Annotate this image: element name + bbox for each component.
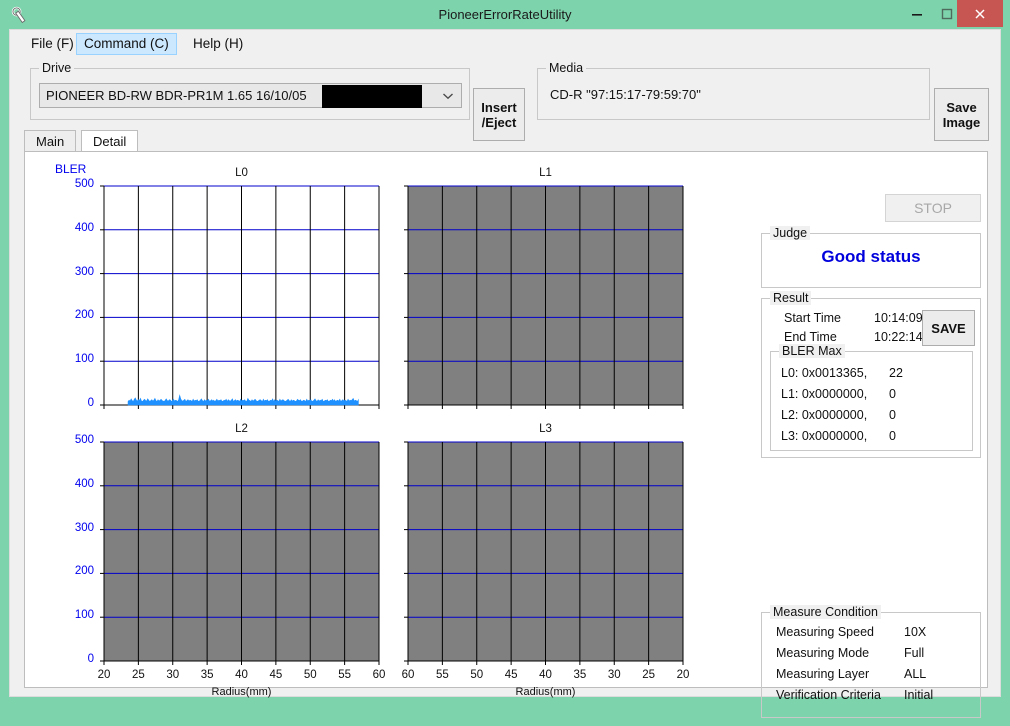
chart-plot-L2 — [97, 437, 386, 671]
x-tick-L3-60: 60 — [401, 669, 415, 681]
measuring-mode-value: Full — [904, 646, 925, 660]
menu-item-file[interactable]: File (F) — [24, 33, 81, 55]
media-group-label: Media — [546, 61, 587, 75]
chart-plot-L3 — [401, 437, 690, 671]
media-value: CD-R "97:15:17-79:59:70" — [550, 87, 701, 102]
bler-row-l2-label: L2: 0x0000000, — [781, 408, 868, 422]
y-tick-L2-400: 400 — [74, 477, 94, 490]
charts-container: L0 BLER 500 400 300 200 100 0 L1 L2 500 400 300 200 10… — [25, 152, 737, 698]
menu-item-help[interactable]: Help (H) — [186, 33, 250, 55]
bler-row-l1-label: L1: 0x0000000, — [781, 387, 868, 401]
x-tick-L3-40: 40 — [539, 669, 552, 681]
chart-title-L1: L1 — [539, 167, 552, 179]
chevron-down-icon[interactable] — [435, 84, 461, 107]
y-tick-L2-500: 500 — [74, 434, 94, 446]
bler-row-l2-value: 0 — [889, 408, 896, 422]
x-tick-L3-25: 25 — [642, 669, 656, 681]
y-tick-L0-400: 400 — [74, 221, 94, 234]
bler-row-l1-value: 0 — [889, 387, 896, 401]
x-tick-L2-60: 60 — [372, 669, 386, 681]
x-tick-L3-55: 55 — [435, 669, 449, 681]
tab-strip: Main Detail — [24, 130, 988, 153]
end-time-label: End Time — [784, 330, 837, 344]
measuring-speed-label: Measuring Speed — [776, 625, 874, 639]
y-tick-L2-300: 300 — [74, 521, 94, 534]
client-area: File (F) Command (C) Help (H) Drive PION… — [9, 29, 1001, 718]
measure-condition-group: Measure Condition Measuring Speed 10X Me… — [761, 605, 981, 718]
x-tick-L3-20: 20 — [676, 669, 690, 681]
y-tick-L0-100: 100 — [74, 353, 94, 366]
x-tick-L3-45: 45 — [504, 669, 518, 681]
redaction-overlay — [322, 85, 422, 108]
menu-bar: File (F) Command (C) Help (H) — [10, 33, 1000, 57]
x-tick-L2-30: 30 — [166, 669, 180, 681]
y-tick-L2-200: 200 — [74, 565, 94, 578]
x-tick-L2-25: 25 — [131, 669, 145, 681]
bler-max-label: BLER Max — [779, 344, 845, 358]
end-time-value: 10:22:14 — [874, 330, 923, 344]
drive-group: Drive PIONEER BD-RW BDR-PR1M 1.65 16/10/… — [30, 61, 470, 120]
tab-main[interactable]: Main — [24, 130, 77, 152]
start-time-label: Start Time — [784, 311, 841, 325]
tab-detail[interactable]: Detail — [81, 130, 139, 153]
bler-row-l3-label: L3: 0x0000000, — [781, 429, 868, 443]
insert-eject-line2: /Eject — [481, 114, 517, 130]
y-axis-caption: BLER — [55, 162, 87, 176]
drive-select[interactable]: PIONEER BD-RW BDR-PR1M 1.65 16/10/05 — [39, 83, 462, 108]
y-tick-L0-300: 300 — [74, 265, 94, 278]
x-axis-label-L2: Radius(mm) — [211, 686, 272, 698]
bler-max-group: BLER Max L0: 0x0013365, 22 L1: 0x0000000… — [770, 344, 973, 451]
save-image-line2: Image — [942, 114, 981, 130]
measure-condition-label: Measure Condition — [770, 605, 881, 619]
chart-title-L0: L0 — [235, 167, 248, 179]
measuring-layer-label: Measuring Layer — [776, 667, 870, 681]
y-tick-L2-0: 0 — [87, 653, 94, 665]
y-tick-L0-500: 500 — [74, 178, 94, 190]
y-tick-L2-100: 100 — [74, 609, 94, 622]
y-tick-L0-0: 0 — [87, 397, 94, 409]
insert-eject-line1: Insert — [481, 99, 517, 115]
media-group: Media CD-R "97:15:17-79:59:70" — [537, 61, 930, 120]
measuring-mode-label: Measuring Mode — [776, 646, 870, 660]
chart-title-L3: L3 — [539, 423, 552, 435]
title-bar: PioneerErrorRateUtility — [0, 0, 1010, 29]
measuring-speed-value: 10X — [904, 625, 927, 639]
minimize-button[interactable] — [902, 0, 932, 27]
x-tick-L2-20: 20 — [97, 669, 111, 681]
chart-plot-L0 — [97, 181, 386, 415]
verification-criteria-value: Initial — [904, 688, 934, 702]
x-tick-L2-45: 45 — [269, 669, 283, 681]
drive-group-label: Drive — [39, 61, 75, 75]
application-window: PioneerErrorRateUtility File (F) Command… — [0, 0, 1010, 726]
start-time-value: 10:14:09 — [874, 311, 923, 325]
menu-item-command[interactable]: Command (C) — [76, 33, 177, 55]
window-title: PioneerErrorRateUtility — [438, 7, 572, 22]
bler-row-l3-value: 0 — [889, 429, 896, 443]
x-tick-L2-40: 40 — [235, 669, 248, 681]
x-tick-L2-35: 35 — [200, 669, 214, 681]
x-tick-L3-30: 30 — [607, 669, 621, 681]
save-button[interactable]: SAVE — [922, 310, 975, 346]
y-tick-L0-200: 200 — [74, 309, 94, 322]
chart-plot-L1 — [401, 181, 690, 415]
x-tick-L2-50: 50 — [303, 669, 317, 681]
judge-status: Good status — [821, 247, 921, 266]
result-group: Result Start Time 10:14:09 End Time 10:2… — [761, 291, 981, 458]
judge-group-label: Judge — [770, 226, 811, 240]
close-button[interactable] — [957, 0, 1003, 27]
stop-button[interactable]: STOP — [885, 194, 981, 222]
bler-row-l0-value: 22 — [889, 366, 903, 380]
x-tick-L2-55: 55 — [338, 669, 352, 681]
result-group-label: Result — [770, 291, 812, 305]
chart-title-L2: L2 — [235, 423, 248, 435]
save-image-line1: Save — [946, 99, 977, 115]
judge-group: Judge Good status — [761, 226, 981, 288]
x-axis-label-L3: Radius(mm) — [515, 686, 576, 698]
x-tick-L3-35: 35 — [573, 669, 587, 681]
bler-row-l0-label: L0: 0x0013365, — [781, 366, 868, 380]
measuring-layer-value: ALL — [904, 667, 927, 681]
verification-criteria-label: Verification Criteria — [776, 688, 881, 702]
drive-select-value: PIONEER BD-RW BDR-PR1M 1.65 16/10/05 — [46, 88, 307, 103]
x-tick-L3-50: 50 — [470, 669, 484, 681]
